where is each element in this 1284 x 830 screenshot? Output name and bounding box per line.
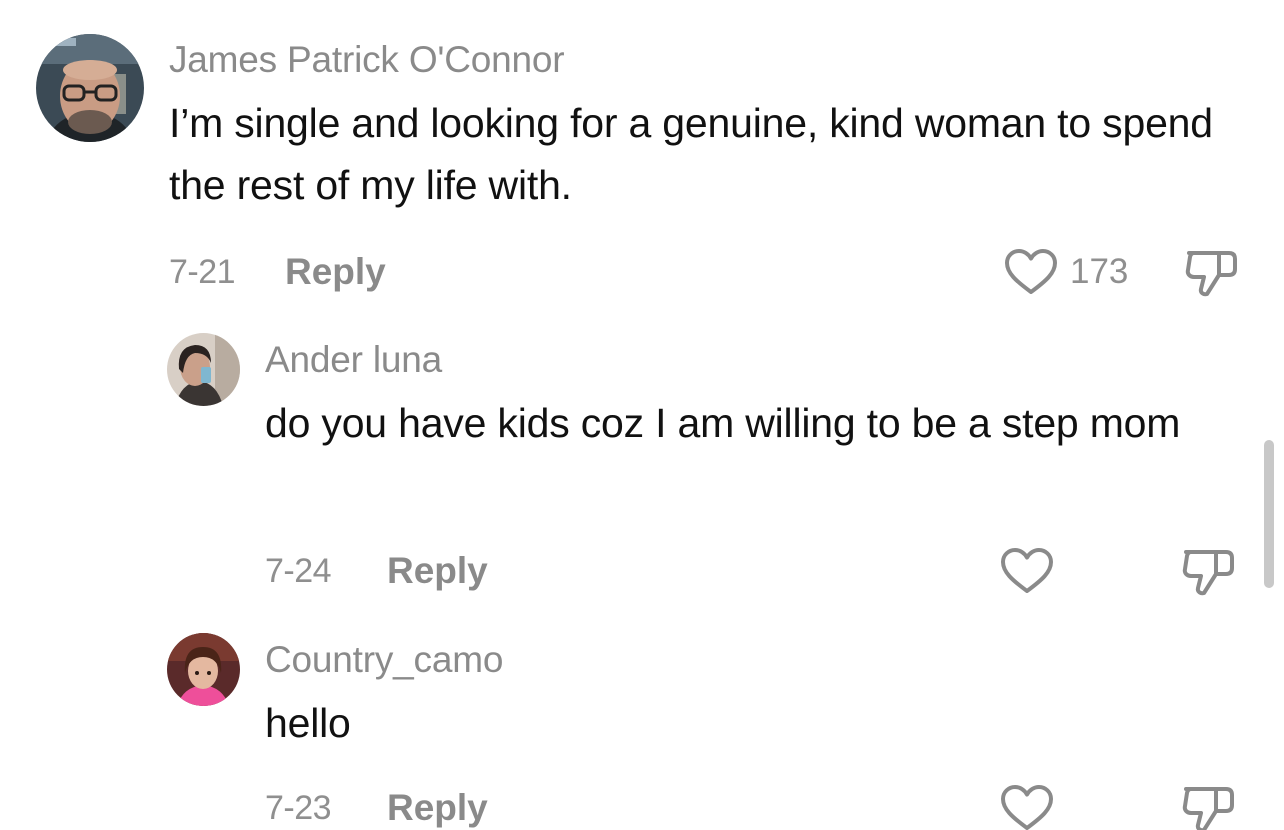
like-button[interactable] <box>1000 547 1054 595</box>
woman-selfie-avatar <box>167 333 240 406</box>
heart-icon <box>1001 548 1053 593</box>
reply-button[interactable]: Reply <box>285 250 386 294</box>
thumbs-down-icon <box>1182 787 1234 830</box>
like-count: 173 <box>1070 252 1129 291</box>
reply-comment: Country_camo hello 7-23 Reply <box>0 610 1284 830</box>
comment-text: hello <box>265 700 351 746</box>
comment-username[interactable]: James Patrick O'Connor <box>169 38 565 82</box>
reply-comment: Ander luna do you have kids coz I am wil… <box>0 310 1284 610</box>
thumbs-down-icon <box>1182 550 1234 596</box>
comment-text: I’m single and looking for a genuine, ki… <box>169 100 1213 208</box>
thumbs-down-icon <box>1185 251 1237 297</box>
avatar[interactable] <box>167 333 240 406</box>
comment-date: 7-21 <box>169 253 236 291</box>
like-button[interactable] <box>1000 784 1054 830</box>
scrollbar[interactable] <box>1264 440 1274 588</box>
heart-icon <box>1005 249 1057 294</box>
comment-text: do you have kids coz I am willing to be … <box>265 400 1181 446</box>
bearded-man-glasses-avatar <box>36 34 144 142</box>
heart-icon <box>1001 785 1053 830</box>
comment-date: 7-24 <box>265 552 332 590</box>
reply-button[interactable]: Reply <box>387 549 488 593</box>
comment-username[interactable]: Country_camo <box>265 638 503 682</box>
like-button[interactable] <box>1004 248 1058 296</box>
reply-button[interactable]: Reply <box>387 786 488 830</box>
comment-thread: James Patrick O'Connor I’m single and lo… <box>0 0 1284 310</box>
avatar[interactable] <box>36 34 144 142</box>
dislike-button[interactable] <box>1183 247 1241 299</box>
comment-date: 7-23 <box>265 789 332 827</box>
dislike-button[interactable] <box>1180 546 1238 598</box>
comments-screen: James Patrick O'Connor I’m single and lo… <box>0 0 1284 830</box>
dislike-button[interactable] <box>1180 783 1238 830</box>
comment-username[interactable]: Ander luna <box>265 338 442 382</box>
avatar[interactable] <box>167 633 240 706</box>
girl-pink-shirt-avatar <box>167 633 240 706</box>
